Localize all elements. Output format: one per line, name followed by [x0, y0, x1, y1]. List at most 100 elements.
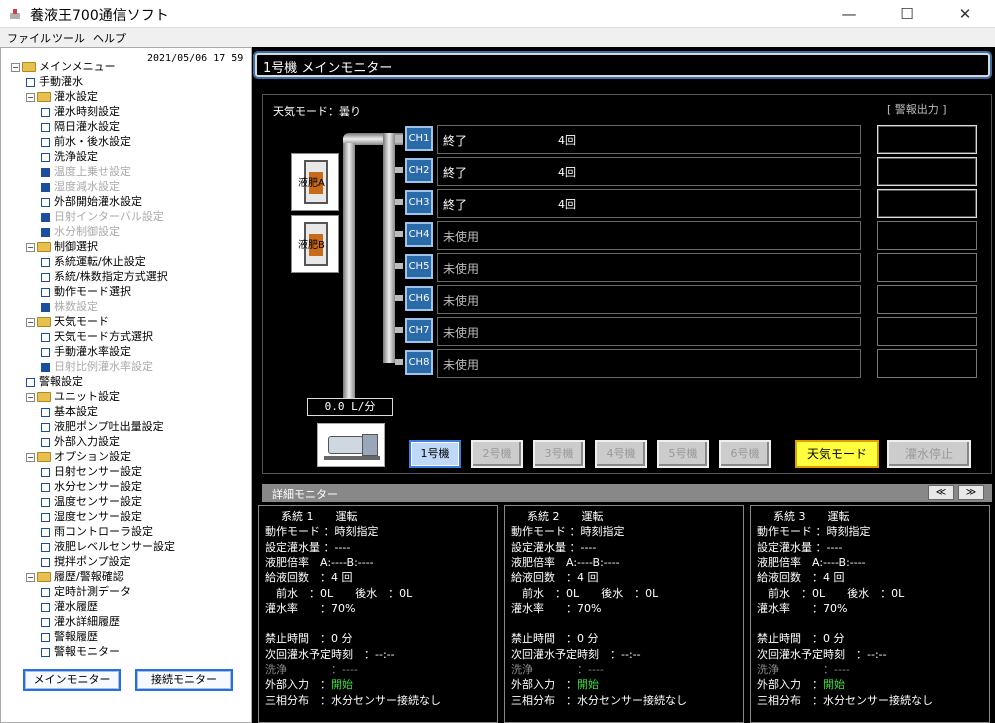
menu-tools[interactable]: ツール: [52, 30, 85, 46]
menu-file[interactable]: ファイル: [7, 30, 51, 46]
tree-item-label: 日射インターバル設定: [54, 210, 164, 223]
tree-item[interactable]: 警報設定: [26, 374, 83, 389]
pipe: [395, 135, 403, 141]
tree-item[interactable]: 温度上乗せ設定: [41, 164, 131, 179]
title-bar: 養液王700通信ソフト — ☐ ✕: [0, 0, 995, 28]
collapse-icon[interactable]: −: [26, 452, 35, 462]
channel-button[interactable]: CH4: [405, 222, 433, 247]
item-icon: [41, 362, 50, 372]
tree-item[interactable]: 基本設定: [41, 404, 98, 419]
channel-status: 終了: [443, 134, 468, 148]
tree-item[interactable]: − 天気モード: [26, 314, 109, 329]
irrigation-stop-button[interactable]: 灌水停止: [887, 440, 971, 468]
maximize-button[interactable]: ☐: [884, 0, 930, 28]
channel-button[interactable]: CH7: [405, 318, 433, 343]
tree-item[interactable]: 天気モード方式選択: [41, 329, 153, 344]
external-input-value: 開始: [823, 678, 845, 692]
tree-item[interactable]: 外部入力設定: [41, 434, 120, 449]
item-icon: [41, 587, 50, 597]
collapse-icon[interactable]: −: [26, 572, 35, 582]
tree-item[interactable]: 撹拌ポンプ設定: [41, 554, 131, 569]
menu-help[interactable]: ヘルプ: [93, 30, 126, 46]
tree-item[interactable]: 系統運転/休止設定: [41, 254, 146, 269]
folder-icon: [37, 392, 51, 402]
tree-item[interactable]: 灌水詳細履歴: [41, 614, 120, 629]
fertilizer-b-label: 液肥B: [298, 240, 325, 251]
tree-item[interactable]: 日射センサー設定: [41, 464, 142, 479]
tree-item[interactable]: 警報履歴: [41, 629, 98, 644]
minimize-button[interactable]: —: [826, 0, 872, 28]
channel-button[interactable]: CH6: [405, 286, 433, 311]
unit-button[interactable]: 4号機: [595, 440, 647, 468]
menu-bar: ファイル ツール ヘルプ: [0, 28, 995, 46]
unit-button[interactable]: 2号機: [471, 440, 523, 468]
tree-item[interactable]: 水分制御設定: [41, 224, 120, 239]
tree-item[interactable]: − 履歴/警報確認: [26, 569, 124, 584]
unit-button[interactable]: 1号機: [409, 440, 461, 468]
tree-item[interactable]: 日射比例灌水率設定: [41, 359, 153, 374]
item-icon: [41, 287, 50, 297]
tree-item[interactable]: 灌水時刻設定: [41, 104, 120, 119]
tree-item[interactable]: 外部開始灌水設定: [41, 194, 142, 209]
collapse-icon[interactable]: −: [26, 317, 35, 327]
tree-item[interactable]: 系統/株数指定方式選択: [41, 269, 168, 284]
tree-item[interactable]: 雨コントローラ設定: [41, 524, 153, 539]
system-line-prepost: 前水 ：0L 後水 ：0L: [757, 586, 905, 600]
tree-item[interactable]: 湿度減水設定: [41, 179, 120, 194]
tree-item[interactable]: 洗浄設定: [41, 149, 98, 164]
system-line-wash: 洗浄 ：----: [265, 661, 358, 676]
tree-item[interactable]: − メインメニュー: [11, 59, 116, 74]
tree-item-label: 天気モード方式選択: [54, 330, 153, 343]
system-line-ratio: 液肥倍率 A:----B:----: [757, 555, 866, 569]
tree-item[interactable]: 前水・後水設定: [41, 134, 131, 149]
tree-item[interactable]: 日射インターバル設定: [41, 209, 164, 224]
tree-item-label: 株数設定: [54, 300, 98, 313]
alarm-output-box: [877, 221, 977, 250]
main-monitor-button[interactable]: メインモニター: [23, 669, 121, 691]
item-icon: [41, 407, 50, 417]
channel-button[interactable]: CH1: [405, 126, 433, 151]
tree-item[interactable]: 液肥ポンプ吐出量設定: [41, 419, 164, 434]
tree-item[interactable]: 警報モニター: [41, 644, 120, 659]
system-line-prepost: 前水 ：0L 後水 ：0L: [511, 586, 659, 600]
channel-button[interactable]: CH2: [405, 158, 433, 183]
tree-item-label: 定時計測データ: [54, 585, 131, 598]
collapse-icon[interactable]: −: [11, 62, 20, 72]
unit-button[interactable]: 5号機: [657, 440, 709, 468]
tree-item[interactable]: − ユニット設定: [26, 389, 120, 404]
next-page-button[interactable]: ≫: [958, 485, 984, 500]
connection-monitor-button[interactable]: 接続モニター: [135, 669, 233, 691]
prev-page-button[interactable]: ≪: [928, 485, 954, 500]
tree-item[interactable]: 株数設定: [41, 299, 98, 314]
close-button[interactable]: ✕: [942, 0, 988, 28]
tree-item[interactable]: − オプション設定: [26, 449, 131, 464]
channel-button[interactable]: CH8: [405, 350, 433, 375]
collapse-icon[interactable]: −: [26, 92, 35, 102]
pipe: [395, 327, 403, 333]
tree-item[interactable]: − 制御選択: [26, 239, 98, 254]
tree-item[interactable]: 隔日灌水設定: [41, 119, 120, 134]
tree-item[interactable]: 水分センサー設定: [41, 479, 142, 494]
tree-item[interactable]: 湿度センサー設定: [41, 509, 142, 524]
collapse-icon[interactable]: −: [26, 242, 35, 252]
channel-status: 未使用: [443, 358, 480, 372]
channel-button[interactable]: CH5: [405, 254, 433, 279]
channel-row: 未使用: [437, 317, 861, 346]
tree-item[interactable]: 手動灌水: [26, 74, 83, 89]
channel-button[interactable]: CH3: [405, 190, 433, 215]
collapse-icon[interactable]: −: [26, 392, 35, 402]
weather-mode-button[interactable]: 天気モード: [795, 440, 879, 468]
tree-item[interactable]: 手動灌水率設定: [41, 344, 131, 359]
tree-item[interactable]: − 灌水設定: [26, 89, 98, 104]
unit-button[interactable]: 3号機: [533, 440, 585, 468]
fertilizer-a-tank: 液肥A: [291, 153, 339, 211]
tree-item[interactable]: 定時計測データ: [41, 584, 131, 599]
tree-item[interactable]: 灌水履歴: [41, 599, 98, 614]
pipe: [395, 167, 403, 173]
tree-item[interactable]: 温度センサー設定: [41, 494, 142, 509]
item-icon: [41, 497, 50, 507]
folder-icon: [37, 242, 51, 252]
tree-item[interactable]: 動作モード選択: [41, 284, 131, 299]
unit-button[interactable]: 6号機: [719, 440, 771, 468]
tree-item[interactable]: 液肥レベルセンサー設定: [41, 539, 175, 554]
